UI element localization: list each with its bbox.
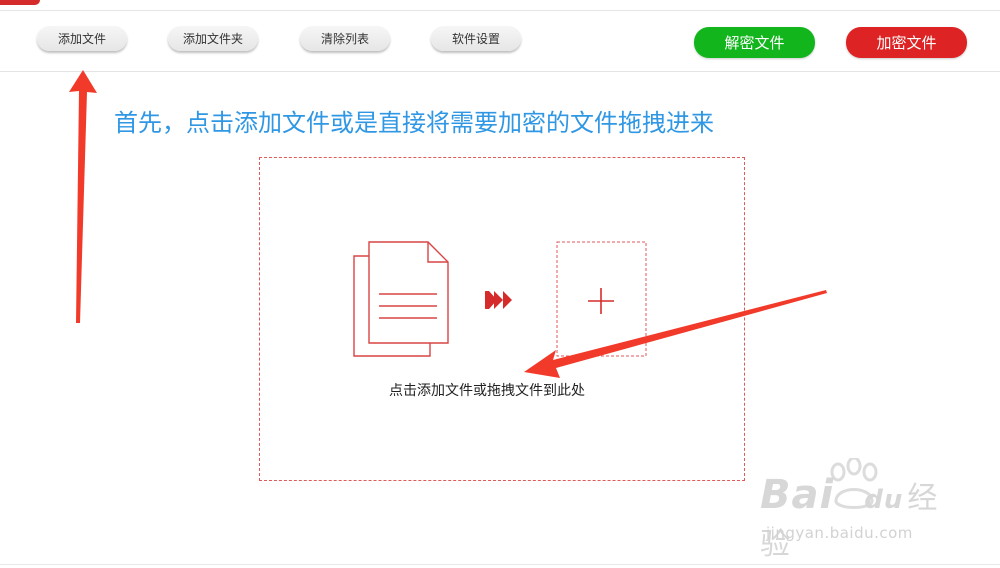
add-file-button[interactable]: 添加文件	[37, 26, 127, 51]
decrypt-file-button[interactable]: 解密文件	[694, 27, 815, 58]
decrypt-label: 解密文件	[724, 34, 785, 52]
add-folder-label: 添加文件夹	[182, 32, 243, 46]
clear-list-label: 清除列表	[320, 32, 369, 46]
drop-hint-text: 点击添加文件或拖拽文件到此处	[389, 383, 585, 399]
app-logo	[0, 0, 40, 5]
toolbar-divider	[0, 71, 1000, 72]
settings-button[interactable]: 软件设置	[431, 26, 521, 51]
app-window: 添加文件 添加文件夹 清除列表 软件设置 解密文件 加密文件 首先，点击添加文件…	[0, 0, 1000, 568]
encrypt-label: 加密文件	[876, 34, 937, 52]
annotation-arrow-up	[69, 70, 97, 323]
add-folder-button[interactable]: 添加文件夹	[168, 26, 258, 51]
encrypt-file-button[interactable]: 加密文件	[846, 27, 967, 58]
status-divider	[0, 564, 1000, 565]
clear-list-button[interactable]: 清除列表	[300, 26, 390, 51]
instruction-text: 首先，点击添加文件或是直接将需要加密的文件拖拽进来	[114, 109, 714, 137]
add-file-label: 添加文件	[57, 32, 106, 46]
baidu-jingyan-watermark: Bai du 经验 jingyan.baidu.com	[760, 458, 960, 562]
file-drop-zone[interactable]	[259, 157, 745, 481]
settings-label: 软件设置	[451, 32, 500, 46]
watermark-url: jingyan.baidu.com	[766, 524, 913, 542]
watermark-brand: Bai du 经验	[760, 472, 939, 562]
title-divider	[0, 10, 1000, 11]
